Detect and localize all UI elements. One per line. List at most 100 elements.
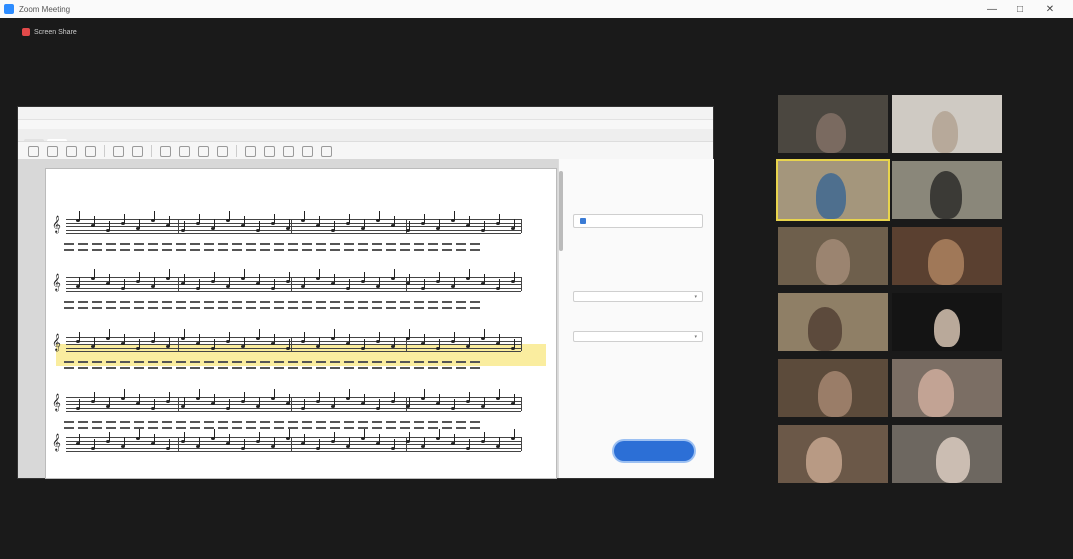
note-stem bbox=[289, 218, 290, 228]
note-stem bbox=[214, 218, 215, 228]
note-stem bbox=[199, 436, 200, 446]
note-stem bbox=[469, 216, 470, 225]
maximize-button[interactable]: □ bbox=[1006, 0, 1034, 18]
participant-tile[interactable] bbox=[892, 425, 1002, 483]
note-stem bbox=[214, 429, 215, 438]
toolbar-button[interactable] bbox=[160, 145, 171, 157]
note-stem bbox=[409, 431, 410, 441]
toolbar-button[interactable] bbox=[47, 145, 58, 157]
note-stem bbox=[349, 213, 350, 223]
barline bbox=[291, 397, 292, 411]
participant-tile[interactable] bbox=[778, 95, 888, 153]
note-stem bbox=[469, 391, 470, 401]
score-page: 𝄞 𝄞 𝄞 𝄞 𝄞 bbox=[46, 169, 556, 478]
participant-tile[interactable] bbox=[778, 227, 888, 285]
note-stem bbox=[184, 221, 185, 230]
staff-line bbox=[66, 277, 521, 278]
toolbar-divider bbox=[104, 145, 105, 157]
participant-video bbox=[808, 307, 842, 351]
toolbar-button[interactable] bbox=[66, 145, 77, 157]
toolbar-button[interactable] bbox=[321, 145, 332, 157]
barline bbox=[521, 337, 522, 351]
participant-tile[interactable] bbox=[778, 359, 888, 417]
note-stem bbox=[439, 218, 440, 228]
note-stem bbox=[139, 339, 140, 348]
participant-tile[interactable] bbox=[892, 95, 1002, 153]
toolbar-button[interactable] bbox=[179, 145, 190, 157]
note-stem bbox=[79, 331, 80, 341]
note-stem bbox=[499, 213, 500, 223]
toolbar-divider bbox=[236, 145, 237, 157]
panel-select[interactable]: ▾ bbox=[573, 331, 703, 342]
note-stem bbox=[439, 429, 440, 438]
window-title: Zoom Meeting bbox=[19, 4, 71, 14]
participant-video bbox=[930, 171, 962, 219]
share-status-icon bbox=[22, 28, 30, 36]
chevron-down-icon: ▾ bbox=[694, 333, 697, 340]
toolbar-button[interactable] bbox=[132, 145, 143, 157]
toolbar-button[interactable] bbox=[85, 145, 96, 157]
staff-line bbox=[66, 229, 521, 231]
participant-tile[interactable] bbox=[892, 161, 1002, 219]
staff-line bbox=[66, 400, 521, 402]
note-stem bbox=[364, 218, 365, 228]
participant-tile[interactable] bbox=[892, 293, 1002, 351]
lyrics-line bbox=[64, 427, 484, 429]
note-stem bbox=[424, 213, 425, 223]
staff: 𝄞 bbox=[52, 269, 522, 297]
toolbar-button[interactable] bbox=[198, 145, 209, 157]
note-stem bbox=[184, 431, 185, 441]
participant-video bbox=[806, 437, 842, 483]
note-stem bbox=[94, 336, 95, 346]
panel-scrollbar[interactable] bbox=[559, 171, 563, 251]
note-stem bbox=[424, 389, 425, 398]
note-stem bbox=[244, 336, 245, 346]
primary-action-button[interactable] bbox=[614, 441, 694, 461]
toolbar-button[interactable] bbox=[302, 145, 313, 157]
panel-card[interactable] bbox=[573, 214, 703, 228]
participant-tile[interactable] bbox=[892, 227, 1002, 285]
note-stem bbox=[274, 334, 275, 343]
toolbar-button[interactable] bbox=[113, 145, 124, 157]
toolbar-button[interactable] bbox=[28, 145, 39, 157]
toolbar-button[interactable] bbox=[245, 145, 256, 157]
participant-video bbox=[816, 113, 846, 153]
note-stem bbox=[514, 394, 515, 403]
toolbar-button[interactable] bbox=[217, 145, 228, 157]
participant-video bbox=[918, 369, 954, 417]
tab-home[interactable] bbox=[24, 139, 44, 141]
barline bbox=[291, 437, 292, 451]
toolbar-button[interactable] bbox=[264, 145, 275, 157]
note-stem bbox=[289, 394, 290, 403]
note-stem bbox=[454, 434, 455, 443]
note-stem bbox=[514, 339, 515, 348]
staff-line bbox=[66, 437, 521, 438]
note-stem bbox=[214, 339, 215, 348]
note-stem bbox=[394, 216, 395, 225]
note-stem bbox=[139, 429, 140, 438]
participant-tile-active-speaker[interactable] bbox=[778, 161, 888, 219]
barline bbox=[178, 337, 179, 351]
minimize-button[interactable]: — bbox=[978, 0, 1006, 18]
staff: 𝄞 bbox=[52, 211, 522, 239]
tab-score[interactable] bbox=[47, 139, 67, 141]
toolbar-button[interactable] bbox=[283, 145, 294, 157]
note-stem bbox=[259, 221, 260, 230]
staff-line bbox=[66, 233, 521, 234]
note-stem bbox=[109, 274, 110, 283]
close-button[interactable]: ✕ bbox=[1036, 0, 1064, 18]
score-viewport[interactable]: 𝄞 𝄞 𝄞 𝄞 𝄞 bbox=[18, 159, 558, 478]
note-stem bbox=[304, 331, 305, 341]
panel-select[interactable]: ▾ bbox=[573, 291, 703, 302]
note-stem bbox=[454, 211, 455, 220]
participant-tile[interactable] bbox=[778, 293, 888, 351]
shared-menubar bbox=[18, 120, 713, 129]
screen-share-indicator[interactable]: Screen Share bbox=[22, 25, 77, 39]
note-stem bbox=[244, 216, 245, 225]
participant-tile[interactable] bbox=[892, 359, 1002, 417]
note-stem bbox=[439, 394, 440, 403]
note-stem bbox=[379, 211, 380, 220]
share-indicator-label: Screen Share bbox=[34, 28, 77, 36]
participant-tile[interactable] bbox=[778, 425, 888, 483]
note-stem bbox=[79, 211, 80, 220]
